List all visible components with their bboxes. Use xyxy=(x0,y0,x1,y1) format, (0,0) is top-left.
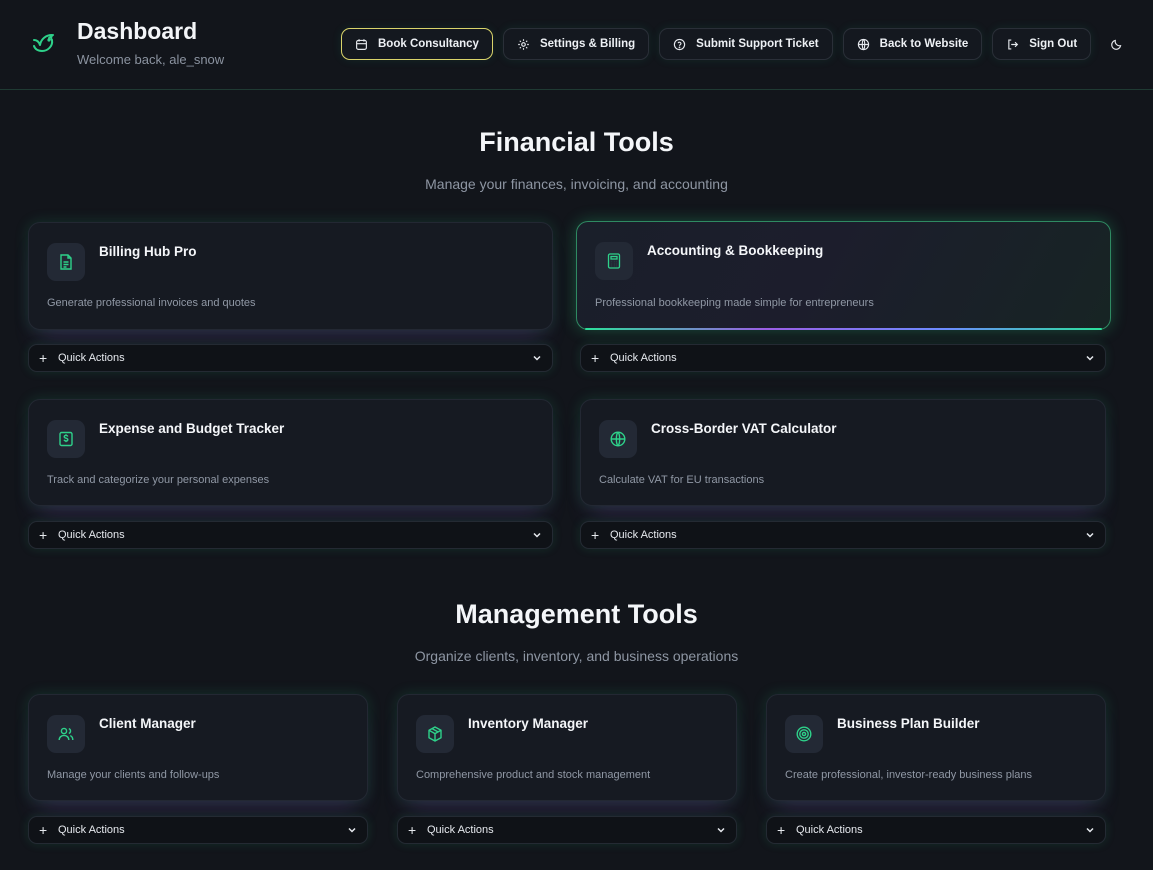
chevron-down-icon xyxy=(348,827,356,833)
book-consultancy-button[interactable]: Book Consultancy xyxy=(341,28,493,60)
box-icon xyxy=(428,726,442,742)
plus-icon: + xyxy=(408,822,417,838)
document-icon xyxy=(60,254,72,270)
card-description: Manage your clients and follow-ups xyxy=(47,769,220,781)
bird-logo-icon xyxy=(33,34,54,52)
card-icon-box xyxy=(599,420,637,458)
card-description: Track and categorize your personal expen… xyxy=(47,474,270,486)
settings-billing-button[interactable]: Settings & Billing xyxy=(502,28,650,60)
book-consultancy-label: Book Consultancy xyxy=(378,38,479,50)
submit-support-ticket-label: Submit Support Ticket xyxy=(696,38,819,50)
users-icon xyxy=(58,727,74,741)
chevron-down-icon xyxy=(533,355,541,361)
calculator-icon xyxy=(607,253,621,269)
expense-budget-tracker-card[interactable]: Expense and Budget Tracker Track and cat… xyxy=(28,399,553,506)
theme-toggle[interactable] xyxy=(1105,33,1127,55)
chevron-down-icon xyxy=(1086,827,1094,833)
cross-border-vat-calculator-card[interactable]: Cross-Border VAT Calculator Calculate VA… xyxy=(580,399,1106,506)
sign-out-label: Sign Out xyxy=(1029,38,1078,50)
chevron-down-icon xyxy=(1086,355,1094,361)
card-title: Billing Hub Pro xyxy=(99,244,197,259)
quick-actions-label: Quick Actions xyxy=(58,529,125,541)
plus-icon: + xyxy=(591,527,600,543)
sign-out-icon xyxy=(1008,38,1019,50)
plus-icon: + xyxy=(777,822,786,838)
card-icon-box xyxy=(47,420,85,458)
card-icon-box xyxy=(785,715,823,753)
accounting-bookkeeping-card[interactable]: Accounting & Bookkeeping Professional bo… xyxy=(576,221,1111,330)
back-to-website-button[interactable]: Back to Website xyxy=(842,28,983,60)
card-title: Inventory Manager xyxy=(468,716,589,731)
card-description: Generate professional invoices and quote… xyxy=(47,297,256,309)
quick-actions-toggle[interactable]: + Quick Actions xyxy=(28,816,368,844)
dollar-receipt-icon xyxy=(59,431,73,447)
card-description: Professional bookkeeping made simple for… xyxy=(595,297,874,309)
financial-tools-subtitle: Manage your finances, invoicing, and acc… xyxy=(425,176,728,192)
back-to-website-label: Back to Website xyxy=(879,38,969,50)
globe-icon xyxy=(610,431,626,447)
card-description: Comprehensive product and stock manageme… xyxy=(416,769,651,781)
target-icon xyxy=(796,726,812,742)
chevron-down-icon xyxy=(717,827,725,833)
card-title: Business Plan Builder xyxy=(837,716,980,731)
quick-actions-toggle[interactable]: + Quick Actions xyxy=(766,816,1106,844)
quick-actions-toggle[interactable]: + Quick Actions xyxy=(580,521,1106,549)
plus-icon: + xyxy=(39,350,48,366)
submit-support-ticket-button[interactable]: Submit Support Ticket xyxy=(659,28,833,60)
chevron-down-icon xyxy=(533,532,541,538)
card-title: Cross-Border VAT Calculator xyxy=(651,421,837,436)
plus-icon: + xyxy=(591,350,600,366)
quick-actions-toggle[interactable]: + Quick Actions xyxy=(28,521,553,549)
card-description: Calculate VAT for EU transactions xyxy=(599,474,765,486)
sign-out-button[interactable]: Sign Out xyxy=(992,28,1092,60)
quick-actions-toggle[interactable]: + Quick Actions xyxy=(397,816,737,844)
gear-icon xyxy=(518,38,529,50)
quick-actions-toggle[interactable]: + Quick Actions xyxy=(28,344,553,372)
quick-actions-label: Quick Actions xyxy=(796,824,863,836)
card-title: Expense and Budget Tracker xyxy=(99,421,285,436)
plus-icon: + xyxy=(39,527,48,543)
header: Dashboard Welcome back, ale_snow Book Co… xyxy=(0,0,1153,90)
card-title: Accounting & Bookkeeping xyxy=(647,243,824,258)
quick-actions-label: Quick Actions xyxy=(58,352,125,364)
welcome-message: Welcome back, ale_snow xyxy=(77,52,225,67)
chevron-down-icon xyxy=(1086,532,1094,538)
client-manager-card[interactable]: Client Manager Manage your clients and f… xyxy=(28,694,368,801)
quick-actions-label: Quick Actions xyxy=(610,529,677,541)
inventory-manager-card[interactable]: Inventory Manager Comprehensive product … xyxy=(397,694,737,801)
globe-icon xyxy=(857,38,869,50)
billing-hub-pro-card[interactable]: Billing Hub Pro Generate professional in… xyxy=(28,222,553,330)
plus-icon: + xyxy=(39,822,48,838)
settings-billing-label: Settings & Billing xyxy=(539,38,636,50)
card-icon-box xyxy=(47,715,85,753)
financial-tools-heading: Financial Tools xyxy=(479,127,674,157)
page-title: Dashboard xyxy=(77,18,198,44)
card-icon-box xyxy=(595,242,633,280)
header-nav: Book Consultancy Settings & Billing Subm… xyxy=(341,28,1127,60)
card-title: Client Manager xyxy=(99,716,196,731)
card-icon-box xyxy=(416,715,454,753)
calendar-icon xyxy=(356,38,367,50)
moon-icon xyxy=(1110,39,1121,50)
quick-actions-toggle[interactable]: + Quick Actions xyxy=(580,344,1106,372)
management-tools-subtitle: Organize clients, inventory, and busines… xyxy=(414,648,739,664)
card-icon-box xyxy=(47,243,85,281)
quick-actions-label: Quick Actions xyxy=(58,824,125,836)
quick-actions-label: Quick Actions xyxy=(427,824,494,836)
quick-actions-label: Quick Actions xyxy=(610,352,677,364)
card-description: Create professional, investor-ready busi… xyxy=(785,769,1033,781)
business-plan-builder-card[interactable]: Business Plan Builder Create professiona… xyxy=(766,694,1106,801)
help-circle-icon xyxy=(673,38,686,50)
management-tools-heading: Management Tools xyxy=(455,599,698,629)
